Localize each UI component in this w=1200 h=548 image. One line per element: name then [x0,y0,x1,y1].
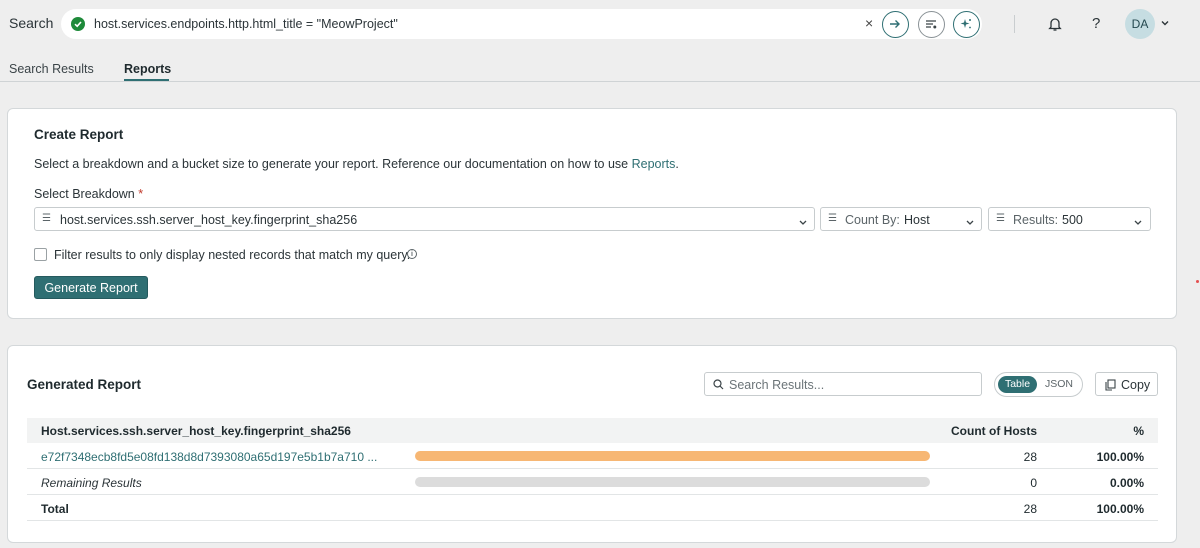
toggle-table[interactable]: Table [998,376,1037,393]
generated-report-title: Generated Report [27,377,142,392]
results-label: Results: [1013,213,1059,227]
reports-doc-link[interactable]: Reports [632,157,676,171]
sparkle-icon [960,19,971,29]
copy-icon [1105,379,1116,394]
count-by-label: Count By: [845,213,900,227]
count-by-value: Host [904,213,930,227]
column-header-key[interactable]: Host.services.ssh.server_host_key.finger… [41,424,351,438]
nested-filter-checkbox[interactable] [34,248,47,261]
chevron-down-icon [965,216,975,230]
copy-button[interactable]: Copy [1095,372,1158,396]
row-bar [415,477,930,487]
row-key: Remaining Results [41,476,142,490]
view-toggle[interactable]: Table JSON [994,372,1083,397]
tab-bar: Search Results Reports [0,50,1200,82]
edge-marker [1196,280,1199,283]
breakdown-value: host.services.ssh.server_host_key.finger… [60,213,358,227]
count-by-select[interactable]: ☰ Count By: Host [820,207,982,231]
generate-report-button[interactable]: Generate Report [34,276,148,299]
required-mark: * [138,187,144,201]
toggle-json[interactable]: JSON [1041,376,1077,393]
results-value: 500 [1062,213,1083,227]
create-report-title: Create Report [34,127,124,142]
breakdown-label-text: Select Breakdown [34,187,135,201]
filter-button[interactable] [918,11,945,38]
search-icon [713,379,724,390]
table-header: Host.services.ssh.server_host_key.finger… [27,418,1158,443]
sort-icon: ☰ [996,213,1005,224]
create-report-card: Create Report Select a breakdown and a b… [7,108,1177,319]
query-search-box[interactable]: host.services.endpoints.http.html_title … [61,9,982,39]
generated-report-card: Generated Report Table JSON Copy Host.se… [7,345,1177,543]
row-percent: 100.00% [1096,450,1144,464]
results-select[interactable]: ☰ Results: 500 [988,207,1151,231]
top-bar: Search host.services.endpoints.http.html… [0,0,1200,50]
filter-list-icon [926,20,937,29]
avatar[interactable]: DA [1125,9,1155,39]
results-search-field[interactable] [704,372,982,396]
row-percent: 100.00% [1096,502,1144,516]
field-list-icon: ☰ [42,213,51,224]
row-count: 0 [1030,476,1037,490]
query-text[interactable]: host.services.endpoints.http.html_title … [94,17,398,31]
breakdown-label: Select Breakdown * [34,187,143,201]
tab-search-results[interactable]: Search Results [9,62,94,76]
row-count: 28 [1023,502,1037,516]
description-suffix: . [675,157,679,171]
header-divider [1014,15,1015,33]
clear-query-icon[interactable]: × [865,15,873,31]
info-icon[interactable]: i [407,249,417,259]
results-search-input[interactable] [729,376,974,393]
arrow-right-icon [890,20,900,28]
row-key: Total [41,502,69,516]
table-row: Remaining Results 0 0.00% [27,469,1158,495]
copy-label: Copy [1121,378,1151,392]
chevron-down-icon [798,216,808,230]
row-bar [415,451,930,461]
bell-icon[interactable] [1048,16,1062,35]
nested-filter-label[interactable]: Filter results to only display nested re… [54,248,410,262]
tab-reports[interactable]: Reports [124,62,171,76]
chevron-down-icon [1133,216,1143,230]
search-label: Search [9,15,54,31]
column-header-percent[interactable]: % [1133,424,1144,438]
ai-assist-button[interactable] [953,11,980,38]
create-report-description: Select a breakdown and a bucket size to … [34,157,679,171]
table-row-total: Total 28 100.00% [27,495,1158,521]
column-header-count[interactable]: Count of Hosts [951,424,1037,438]
row-count: 28 [1023,450,1037,464]
help-icon[interactable]: ? [1092,15,1100,32]
chevron-down-icon[interactable] [1160,16,1170,31]
row-key-link[interactable]: e72f7348ecb8fd5e08fd138d8d7393080a65d197… [41,450,377,464]
run-search-button[interactable] [882,11,909,38]
active-tab-indicator [124,79,169,81]
valid-query-check-icon [71,17,85,31]
row-percent: 0.00% [1109,476,1144,490]
description-text: Select a breakdown and a bucket size to … [34,157,632,171]
sort-icon: ☰ [828,213,837,224]
table-row: e72f7348ecb8fd5e08fd138d8d7393080a65d197… [27,443,1158,469]
breakdown-select[interactable]: ☰ host.services.ssh.server_host_key.fing… [34,207,815,231]
